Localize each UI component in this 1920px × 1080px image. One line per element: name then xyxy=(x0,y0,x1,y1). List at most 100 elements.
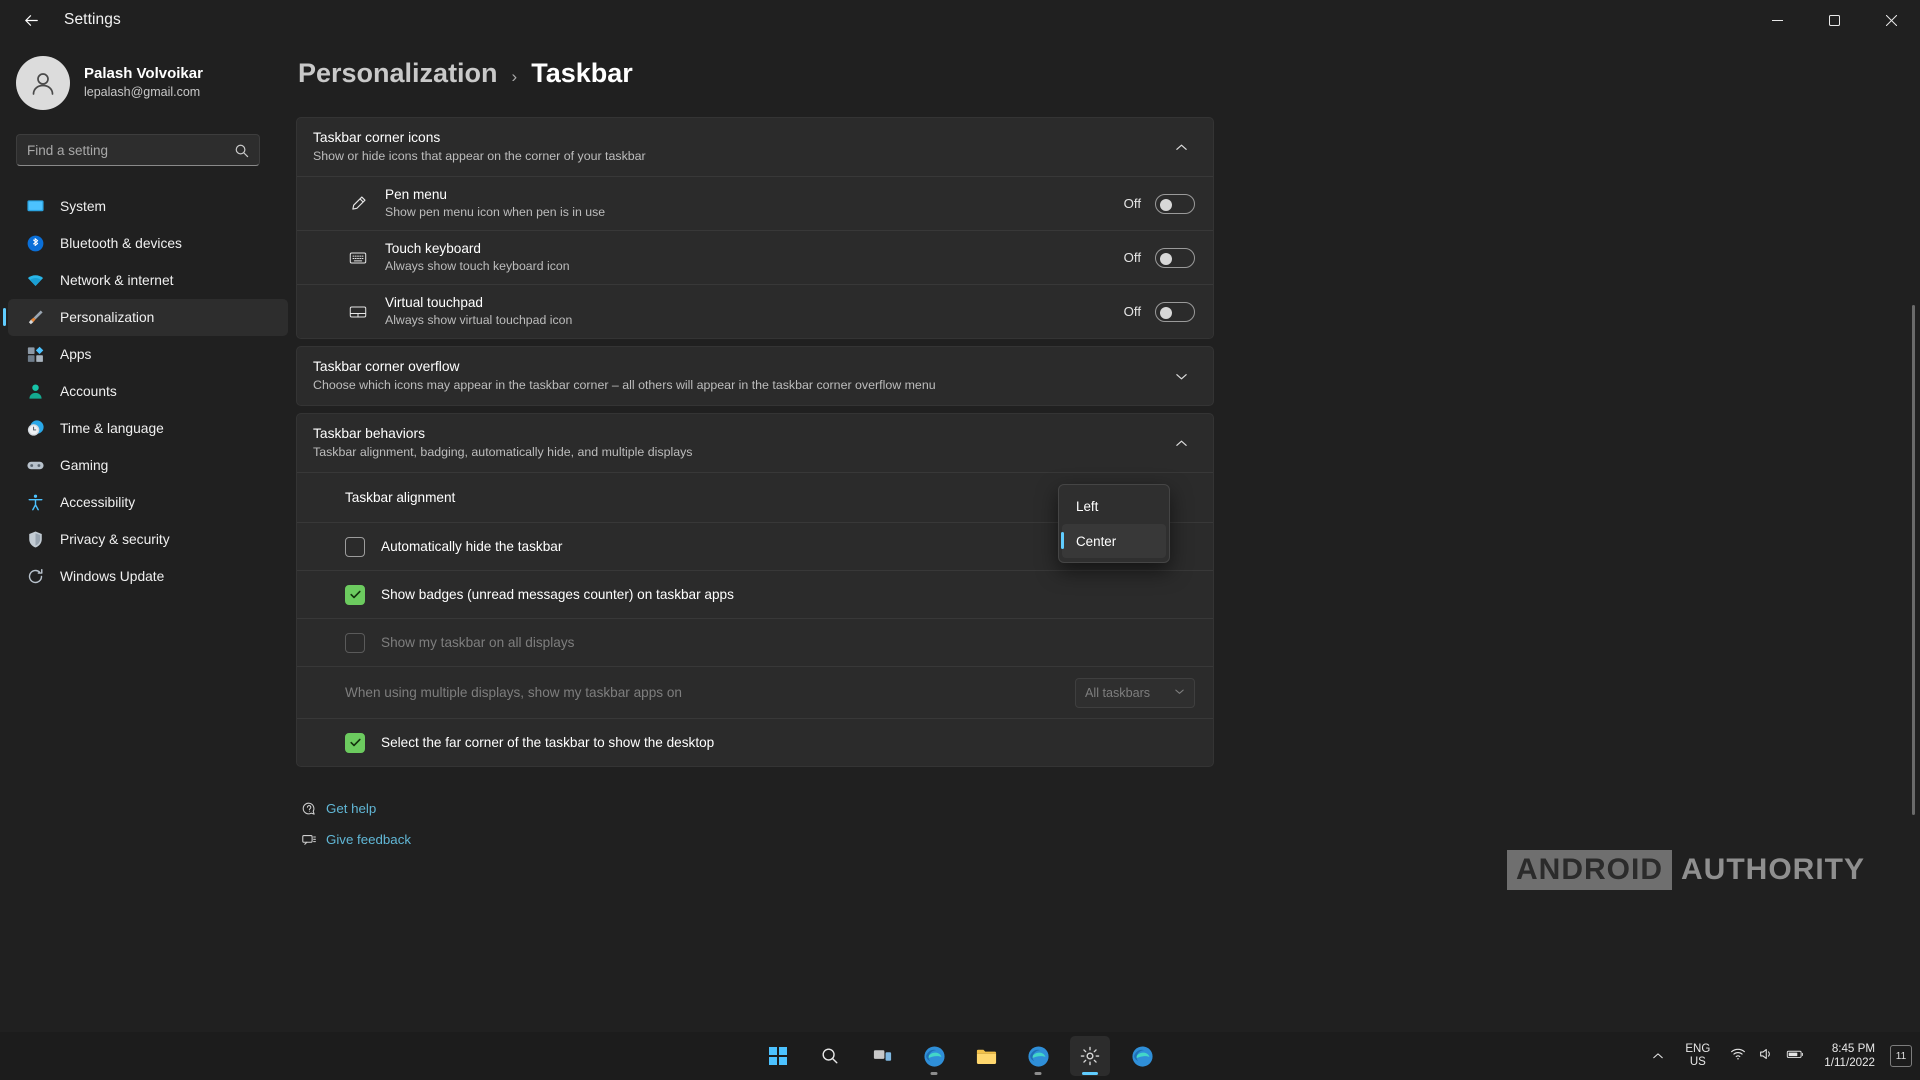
paintbrush-icon xyxy=(24,307,46,329)
sidebar-item-label: Network & internet xyxy=(60,273,174,288)
taskbar-alignment-dropdown[interactable]: Left Center xyxy=(1058,484,1170,563)
sidebar-item-time-language[interactable]: Time & language xyxy=(8,410,288,447)
bluetooth-icon xyxy=(24,233,46,255)
search-input[interactable] xyxy=(27,142,234,158)
row-pen-menu: Pen menu Show pen menu icon when pen is … xyxy=(297,176,1213,230)
sidebar-item-windows-update[interactable]: Windows Update xyxy=(8,558,288,595)
virtual-touchpad-toggle[interactable] xyxy=(1155,301,1195,322)
search-icon[interactable] xyxy=(810,1036,850,1076)
clock-icon xyxy=(24,418,46,440)
clock[interactable]: 8:45 PM 1/11/2022 xyxy=(1820,1042,1879,1070)
edge-beta-icon[interactable] xyxy=(1018,1036,1058,1076)
keyboard-icon xyxy=(345,248,371,268)
sidebar-item-apps[interactable]: Apps xyxy=(8,336,288,373)
scrollbar-thumb[interactable] xyxy=(1912,305,1915,815)
row-touch-keyboard: Touch keyboard Always show touch keyboar… xyxy=(297,230,1213,284)
row-virtual-touchpad: Virtual touchpad Always show virtual tou… xyxy=(297,284,1213,338)
far-corner-checkbox[interactable] xyxy=(345,732,365,753)
card-taskbar-behaviors: Taskbar behaviors Taskbar alignment, bad… xyxy=(296,413,1214,767)
vertical-scrollbar[interactable] xyxy=(1911,40,1917,1080)
row-subtitle: Always show touch keyboard icon xyxy=(385,259,570,273)
get-help-link[interactable]: Get help xyxy=(296,793,1920,824)
sidebar-item-privacy-security[interactable]: Privacy & security xyxy=(8,521,288,558)
language-primary: ENG xyxy=(1685,1043,1711,1055)
sidebar-item-accessibility[interactable]: Accessibility xyxy=(8,484,288,521)
dropdown-option-left[interactable]: Left xyxy=(1062,489,1166,523)
clock-date: 1/11/2022 xyxy=(1824,1056,1875,1069)
wifi-icon[interactable] xyxy=(1730,1046,1746,1067)
accessibility-icon xyxy=(24,492,46,514)
sidebar-item-gaming[interactable]: Gaming xyxy=(8,447,288,484)
card-taskbar-corner-icons: Taskbar corner icons Show or hide icons … xyxy=(296,117,1214,339)
minimize-button[interactable] xyxy=(1749,0,1806,40)
maximize-button[interactable] xyxy=(1806,0,1863,40)
battery-icon[interactable] xyxy=(1786,1046,1805,1067)
sidebar-item-system[interactable]: System xyxy=(8,188,288,225)
system-tray: ENG US 8:45 PM 1/11/2022 11 xyxy=(1645,1032,1912,1080)
volume-icon[interactable] xyxy=(1758,1046,1774,1067)
edge-icon[interactable] xyxy=(914,1036,954,1076)
chevron-up-icon[interactable] xyxy=(1167,141,1195,154)
show-badges-checkbox[interactable] xyxy=(345,584,365,605)
watermark-second: AUTHORITY xyxy=(1681,853,1865,886)
notification-badge[interactable]: 11 xyxy=(1890,1045,1912,1067)
settings-icon[interactable] xyxy=(1070,1036,1110,1076)
tray-status-icons[interactable] xyxy=(1724,1046,1811,1067)
give-feedback-label: Give feedback xyxy=(326,832,412,847)
card-subtitle: Show or hide icons that appear on the co… xyxy=(313,149,646,163)
chevron-down-icon[interactable] xyxy=(1167,370,1195,383)
pen-menu-toggle[interactable] xyxy=(1155,193,1195,214)
toggle-state-label: Off xyxy=(1123,250,1141,265)
toggle-state-label: Off xyxy=(1123,304,1141,319)
shield-icon xyxy=(24,529,46,551)
wifi-icon xyxy=(24,270,46,292)
touch-keyboard-toggle[interactable] xyxy=(1155,247,1195,268)
back-button[interactable] xyxy=(10,4,52,36)
sidebar-item-network-internet[interactable]: Network & internet xyxy=(8,262,288,299)
dropdown-option-center[interactable]: Center xyxy=(1061,524,1166,558)
apps-icon xyxy=(24,344,46,366)
sidebar-item-personalization[interactable]: Personalization xyxy=(3,299,288,336)
card-header[interactable]: Taskbar behaviors Taskbar alignment, bad… xyxy=(297,414,1213,472)
sidebar-item-bluetooth-devices[interactable]: Bluetooth & devices xyxy=(8,225,288,262)
row-show-badges[interactable]: Show badges (unread messages counter) on… xyxy=(297,570,1213,618)
profile-section[interactable]: Palash Volvoikar lepalash@gmail.com xyxy=(0,40,296,112)
store-icon[interactable] xyxy=(1122,1036,1162,1076)
search-icon xyxy=(234,143,249,158)
start-icon[interactable] xyxy=(758,1036,798,1076)
card-title: Taskbar corner icons xyxy=(313,130,441,145)
language-secondary: US xyxy=(1689,1056,1706,1068)
dropdown-option-label: Center xyxy=(1076,533,1117,549)
sidebar-item-label: System xyxy=(60,199,106,214)
sidebar-item-label: Personalization xyxy=(60,310,155,325)
multi-display-value: All taskbars xyxy=(1085,685,1151,700)
all-displays-checkbox xyxy=(345,632,365,653)
row-multi-display-apps: When using multiple displays, show my ta… xyxy=(297,666,1213,718)
sidebar-item-label: Bluetooth & devices xyxy=(60,236,182,251)
row-subtitle: Show pen menu icon when pen is in use xyxy=(385,205,606,219)
sidebar-item-label: Windows Update xyxy=(60,569,165,584)
help-icon xyxy=(296,801,322,817)
card-header[interactable]: Taskbar corner overflow Choose which ico… xyxy=(297,347,1213,405)
feedback-icon xyxy=(296,832,322,848)
task-view-icon[interactable] xyxy=(862,1036,902,1076)
toggle-state-label: Off xyxy=(1123,196,1141,211)
chevron-up-icon[interactable] xyxy=(1167,437,1195,450)
watermark-first: ANDROID xyxy=(1507,850,1672,890)
sidebar-item-accounts[interactable]: Accounts xyxy=(8,373,288,410)
file-explorer-icon[interactable] xyxy=(966,1036,1006,1076)
accounts-icon xyxy=(24,381,46,403)
app-title: Settings xyxy=(64,11,121,28)
search-box[interactable] xyxy=(16,134,260,166)
close-button[interactable] xyxy=(1863,0,1920,40)
gamepad-icon xyxy=(24,455,46,477)
breadcrumb-parent[interactable]: Personalization xyxy=(298,58,498,89)
row-far-corner-desktop[interactable]: Select the far corner of the taskbar to … xyxy=(297,718,1213,766)
card-header[interactable]: Taskbar corner icons Show or hide icons … xyxy=(297,118,1213,176)
card-subtitle: Choose which icons may appear in the tas… xyxy=(313,378,936,392)
sidebar-item-label: Accounts xyxy=(60,384,117,399)
row-title: Virtual touchpad xyxy=(385,295,483,310)
chevron-up-icon[interactable] xyxy=(1645,1050,1671,1062)
language-indicator[interactable]: ENG US xyxy=(1680,1043,1715,1069)
auto-hide-checkbox[interactable] xyxy=(345,536,365,557)
